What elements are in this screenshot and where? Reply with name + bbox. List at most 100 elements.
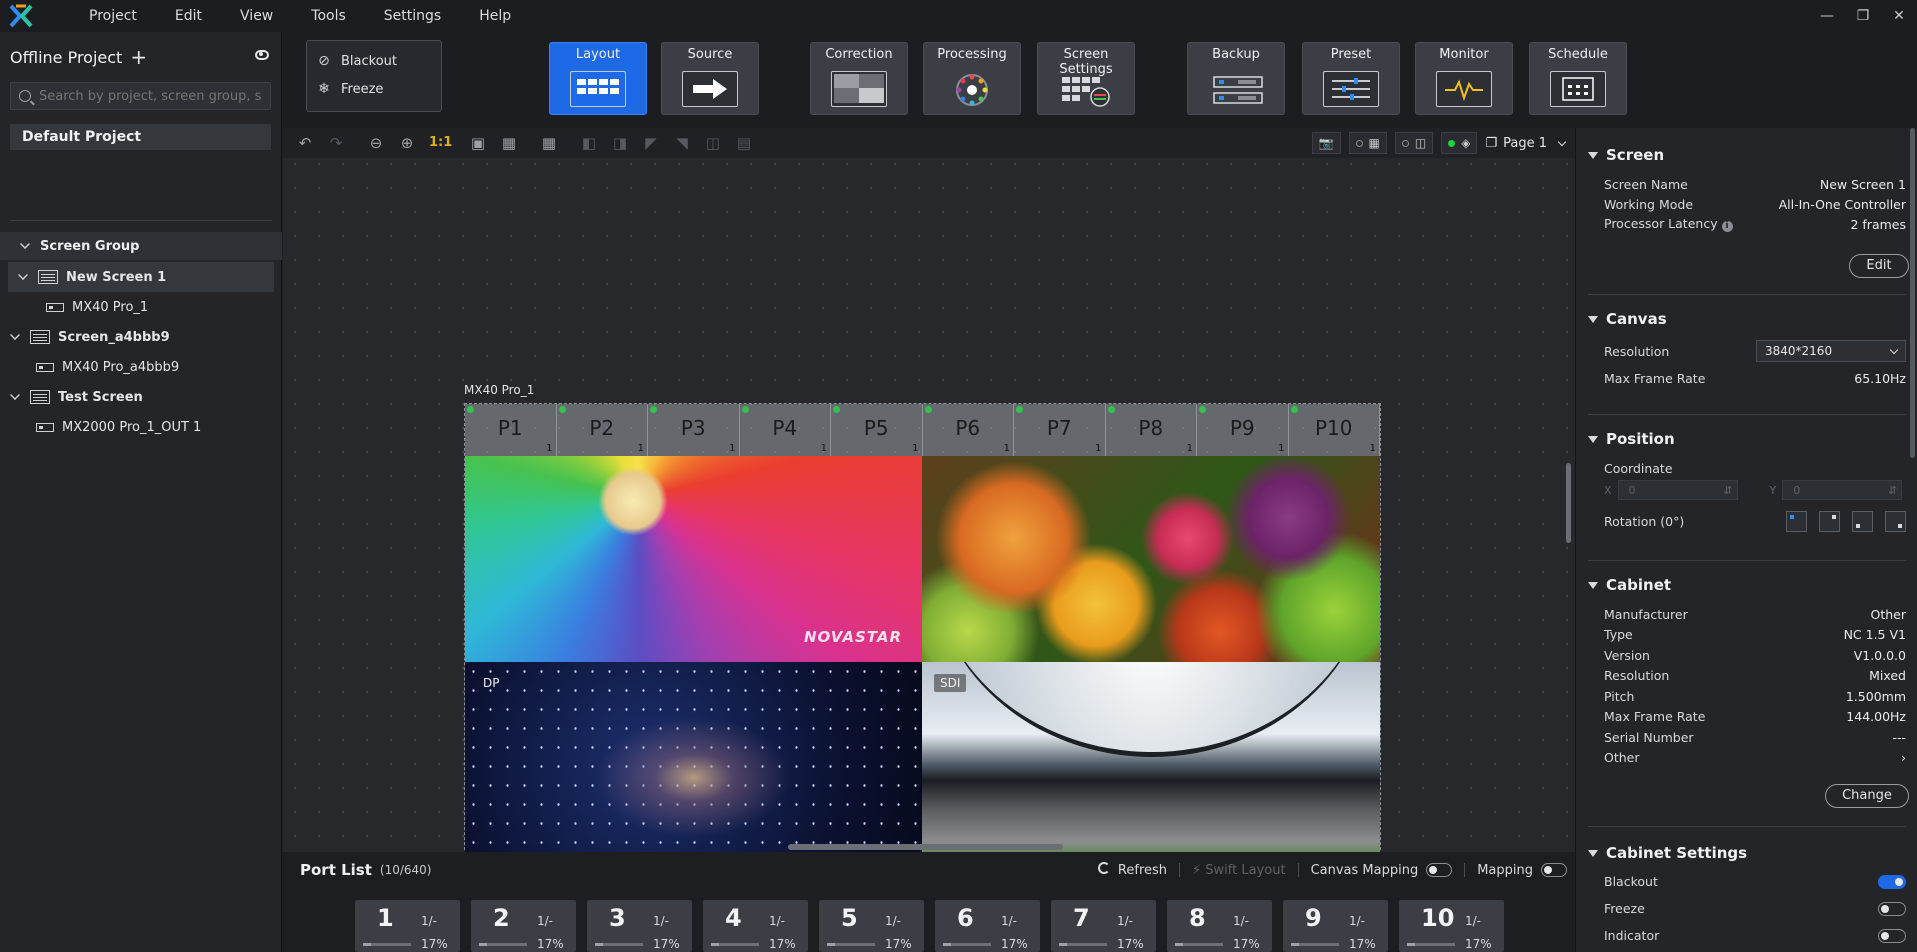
- monitor-button[interactable]: Monitor: [1415, 42, 1513, 115]
- port-cell[interactable]: P5 1: [831, 404, 923, 456]
- position-section-header[interactable]: Position: [1588, 424, 1906, 454]
- tree-device-item[interactable]: MX40 Pro_a4bbb9: [0, 352, 282, 382]
- port-card[interactable]: 1 1/- 17%: [355, 900, 460, 952]
- tree-screen-test[interactable]: Test Screen: [0, 382, 282, 412]
- default-project-item[interactable]: Default Project: [10, 124, 271, 150]
- zoom-out-icon[interactable]: ⊖: [367, 134, 385, 152]
- canvas-resolution-select[interactable]: 3840*2160: [1756, 340, 1906, 362]
- chevron-down-icon[interactable]: [10, 330, 20, 340]
- port-card[interactable]: 10 1/- 17%: [1399, 900, 1504, 952]
- canvas-section-header[interactable]: Canvas: [1588, 304, 1906, 334]
- preset-button[interactable]: Preset: [1302, 42, 1400, 115]
- blackout-switch[interactable]: [1878, 874, 1906, 889]
- change-cabinet-button[interactable]: Change: [1825, 784, 1909, 808]
- swift-layout-button[interactable]: ⚡ Swift Layout: [1192, 863, 1286, 878]
- fit-canvas-icon[interactable]: ▦: [500, 134, 518, 152]
- schedule-button[interactable]: Schedule: [1529, 42, 1627, 115]
- processing-button[interactable]: Processing: [923, 42, 1021, 115]
- cabinet-section-header[interactable]: Cabinet: [1588, 570, 1906, 600]
- close-icon[interactable]: ✕: [1881, 0, 1917, 32]
- distribute-h-icon[interactable]: ◫: [704, 134, 722, 152]
- edit-screen-button[interactable]: Edit: [1849, 254, 1909, 278]
- chevron-down-icon[interactable]: [20, 239, 30, 249]
- menu-help[interactable]: Help: [460, 0, 530, 32]
- chevron-down-icon[interactable]: [18, 270, 28, 280]
- align-right-icon[interactable]: ◨: [611, 134, 629, 152]
- rotation-bottom-right-button[interactable]: [1885, 510, 1906, 532]
- port-card[interactable]: 7 1/- 17%: [1051, 900, 1156, 952]
- backup-button[interactable]: Backup: [1187, 42, 1285, 115]
- freeze-switch[interactable]: [1878, 901, 1906, 916]
- screen-group-header[interactable]: Screen Group: [0, 232, 282, 260]
- port-cell[interactable]: P8 1: [1105, 404, 1197, 456]
- port-cell[interactable]: P2 1: [556, 404, 648, 456]
- project-search[interactable]: [10, 82, 271, 110]
- menu-tools[interactable]: Tools: [292, 0, 365, 32]
- menu-edit[interactable]: Edit: [156, 0, 221, 32]
- zoom-in-icon[interactable]: ⊕: [398, 134, 416, 152]
- tree-screen-a4bbb9[interactable]: Screen_a4bbb9: [0, 322, 282, 352]
- port-card[interactable]: 9 1/- 17%: [1283, 900, 1388, 952]
- canvas-workspace[interactable]: ↶ ↷ ⊖ ⊕ 1:1 ▣ ▦ ▦ ◧ ◨ ◤ ◥ ◫ ▤ 📷 ▦ ◫ ◈ ❐ …: [283, 128, 1575, 920]
- port-card[interactable]: 4 1/- 17%: [703, 900, 808, 952]
- port-card[interactable]: 2 1/- 17%: [471, 900, 576, 952]
- screen-settings-button[interactable]: Screen Settings: [1037, 42, 1135, 115]
- screen-stage[interactable]: P1 1 P2 1 P3 1 P4 1 P5 1 P6 1 P7 1 P8 1 P9 1 P10 1 NOVASTAR…: [464, 403, 1381, 920]
- minimize-icon[interactable]: —: [1809, 0, 1845, 32]
- port-cell[interactable]: P10 1: [1288, 404, 1380, 456]
- screenshot-button[interactable]: 📷: [1311, 132, 1341, 154]
- fit-screen-icon[interactable]: ▣: [469, 134, 487, 152]
- input-window-fruits[interactable]: [922, 456, 1380, 662]
- canvas-mapping-toggle[interactable]: [1426, 863, 1453, 877]
- info-icon[interactable]: i: [1721, 221, 1733, 232]
- align-left-icon[interactable]: ◧: [580, 134, 598, 152]
- page-selector[interactable]: ❐ Page 1: [1485, 136, 1567, 151]
- rotation-top-right-button[interactable]: [1819, 510, 1840, 532]
- port-cell[interactable]: P6 1: [922, 404, 1014, 456]
- zoom-1-1-button[interactable]: 1:1: [429, 134, 452, 152]
- y-coordinate-input[interactable]: 0 ⇵: [1782, 480, 1903, 500]
- horizontal-scrollbar[interactable]: [788, 844, 1063, 850]
- tree-device-item[interactable]: MX40 Pro_1: [0, 292, 282, 322]
- port-card[interactable]: 5 1/- 17%: [819, 900, 924, 952]
- input-window-pencils[interactable]: NOVASTAR: [465, 456, 922, 662]
- cabinet-settings-header[interactable]: Cabinet Settings: [1588, 838, 1906, 868]
- add-project-icon[interactable]: +: [130, 47, 147, 67]
- source-button[interactable]: Source: [661, 42, 759, 115]
- distribute-v-icon[interactable]: ▤: [735, 134, 753, 152]
- align-top-icon[interactable]: ◤: [642, 134, 660, 152]
- indicator-switch[interactable]: [1878, 928, 1906, 943]
- port-cell[interactable]: P9 1: [1197, 404, 1289, 456]
- port-cell[interactable]: P7 1: [1014, 404, 1106, 456]
- screen-section-header[interactable]: Screen: [1588, 140, 1906, 170]
- correction-button[interactable]: Correction: [810, 42, 908, 115]
- chevron-down-icon[interactable]: [10, 390, 20, 400]
- vertical-scrollbar[interactable]: [1566, 463, 1571, 543]
- menu-view[interactable]: View: [221, 0, 292, 32]
- properties-scrollbar[interactable]: [1910, 128, 1915, 458]
- blackout-button[interactable]: ⊘ Blackout: [317, 47, 431, 75]
- align-bottom-icon[interactable]: ◥: [673, 134, 691, 152]
- menu-project[interactable]: Project: [70, 0, 156, 32]
- undo-icon[interactable]: ↶: [296, 134, 314, 152]
- tree-device-item[interactable]: MX2000 Pro_1_OUT 1: [0, 412, 282, 442]
- port-cell[interactable]: P1 1: [465, 404, 557, 456]
- search-input[interactable]: [39, 88, 262, 104]
- rotation-top-left-button[interactable]: [1786, 510, 1807, 532]
- mapping-toggle[interactable]: [1541, 863, 1567, 877]
- view-toggle-layout[interactable]: ▦: [1348, 132, 1387, 154]
- port-cell[interactable]: P3 1: [648, 404, 740, 456]
- menu-settings[interactable]: Settings: [365, 0, 460, 32]
- visibility-eye-icon[interactable]: [255, 50, 269, 60]
- x-coordinate-input[interactable]: 0 ⇵: [1617, 480, 1738, 500]
- port-card[interactable]: 8 1/- 17%: [1167, 900, 1272, 952]
- freeze-button[interactable]: ❄ Freeze: [317, 75, 431, 103]
- redo-icon[interactable]: ↷: [327, 134, 345, 152]
- tree-screen-new-screen-1[interactable]: New Screen 1: [8, 262, 274, 292]
- grid-icon[interactable]: ▦: [540, 134, 558, 152]
- view-toggle-window[interactable]: ◫: [1394, 132, 1434, 154]
- port-card[interactable]: 6 1/- 17%: [935, 900, 1040, 952]
- rotation-bottom-left-button[interactable]: [1852, 510, 1873, 532]
- refresh-button[interactable]: Refresh: [1097, 862, 1167, 878]
- view-toggle-layers[interactable]: ◈: [1441, 132, 1478, 154]
